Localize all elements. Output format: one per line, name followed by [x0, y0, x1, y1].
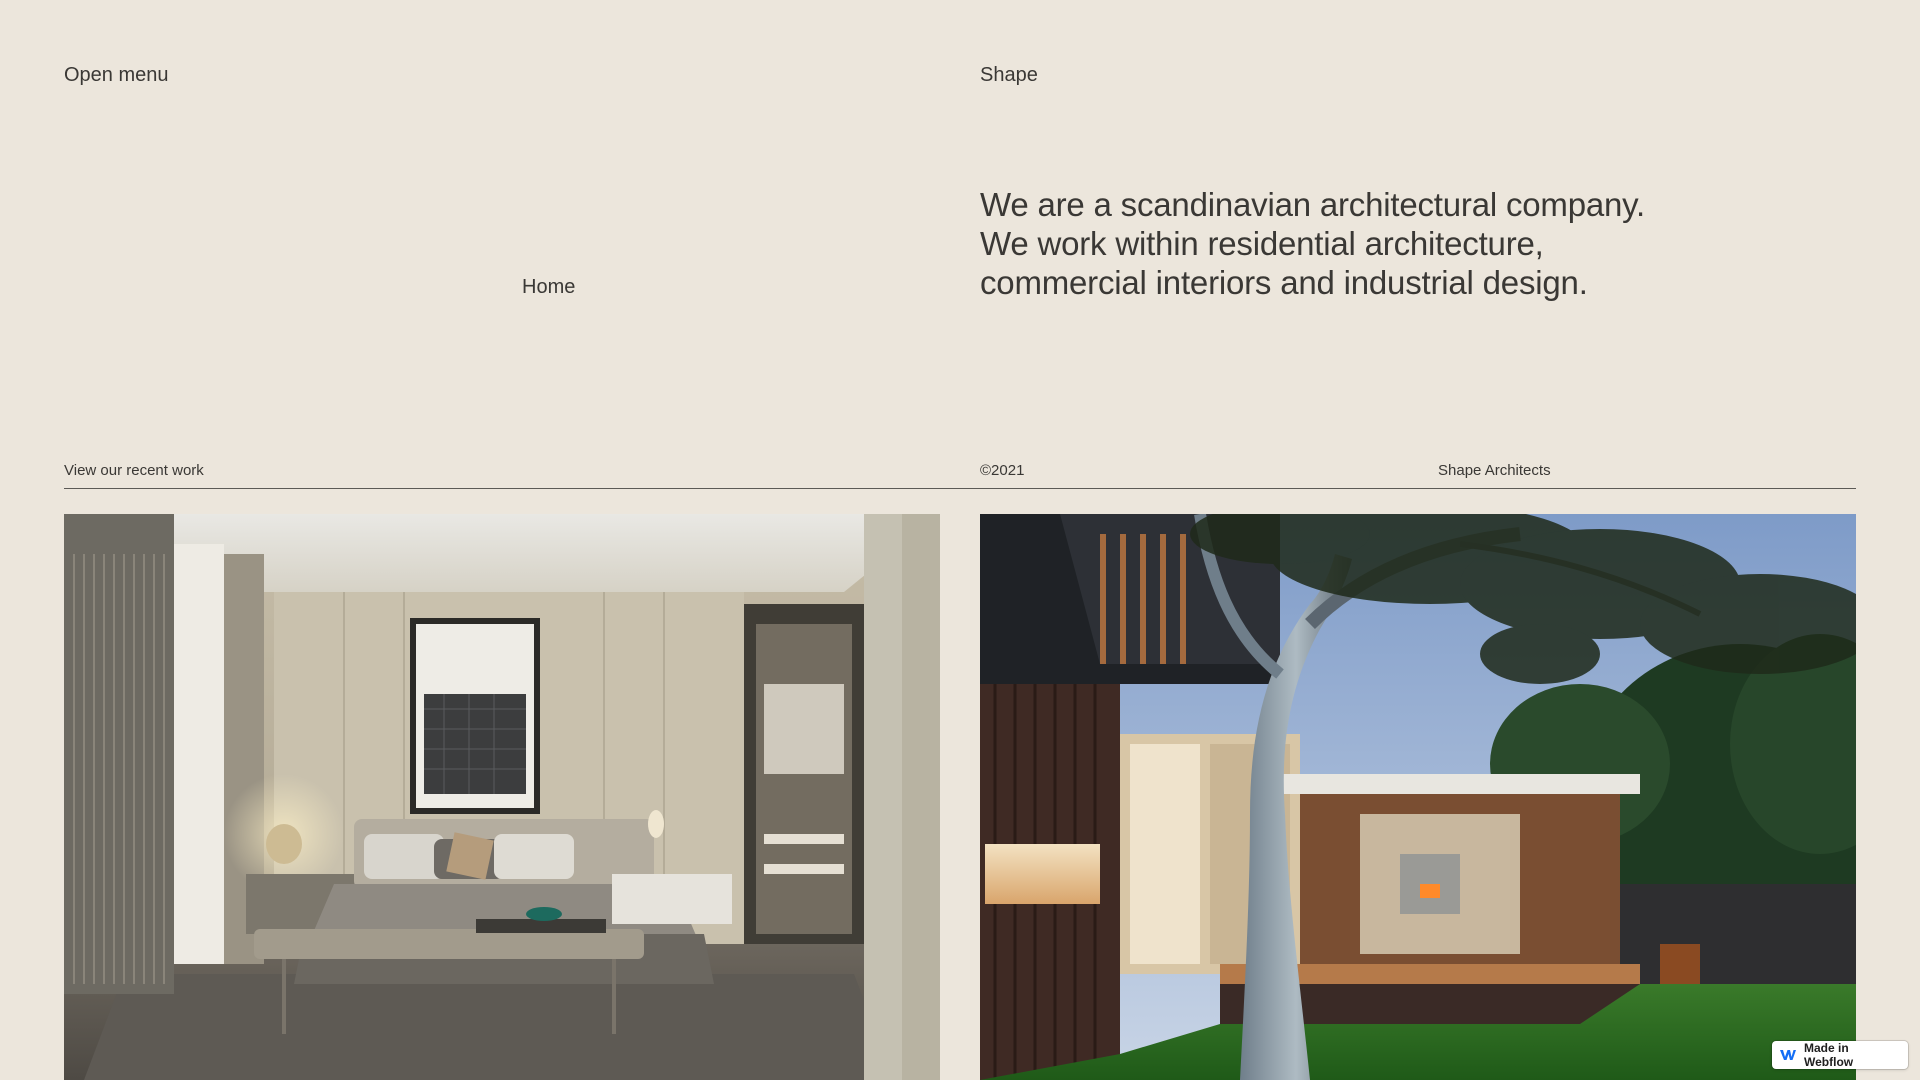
made-in-webflow-label: Made in Webflow	[1804, 1041, 1854, 1069]
project-image-house[interactable]	[980, 514, 1856, 1080]
bedroom-illustration	[64, 514, 940, 1080]
page: Open menu Shape Home We are a scandinavi…	[0, 0, 1920, 1080]
made-in-webflow-badge[interactable]: Made in Webflow	[1772, 1041, 1908, 1069]
project-image-bedroom[interactable]	[64, 514, 940, 1080]
intro-text: We are a scandinavian architectural comp…	[980, 186, 1645, 301]
nav-link-home[interactable]: Home	[522, 276, 575, 299]
house-illustration	[980, 514, 1856, 1080]
copyright-text: ©2021	[980, 462, 1025, 479]
open-menu-button[interactable]: Open menu	[64, 64, 169, 87]
brand-logo[interactable]: Shape	[980, 64, 1038, 87]
divider-line	[64, 488, 1856, 489]
company-name: Shape Architects	[1438, 462, 1551, 479]
recent-work-link[interactable]: View our recent work	[64, 462, 204, 479]
webflow-icon	[1780, 1049, 1796, 1061]
